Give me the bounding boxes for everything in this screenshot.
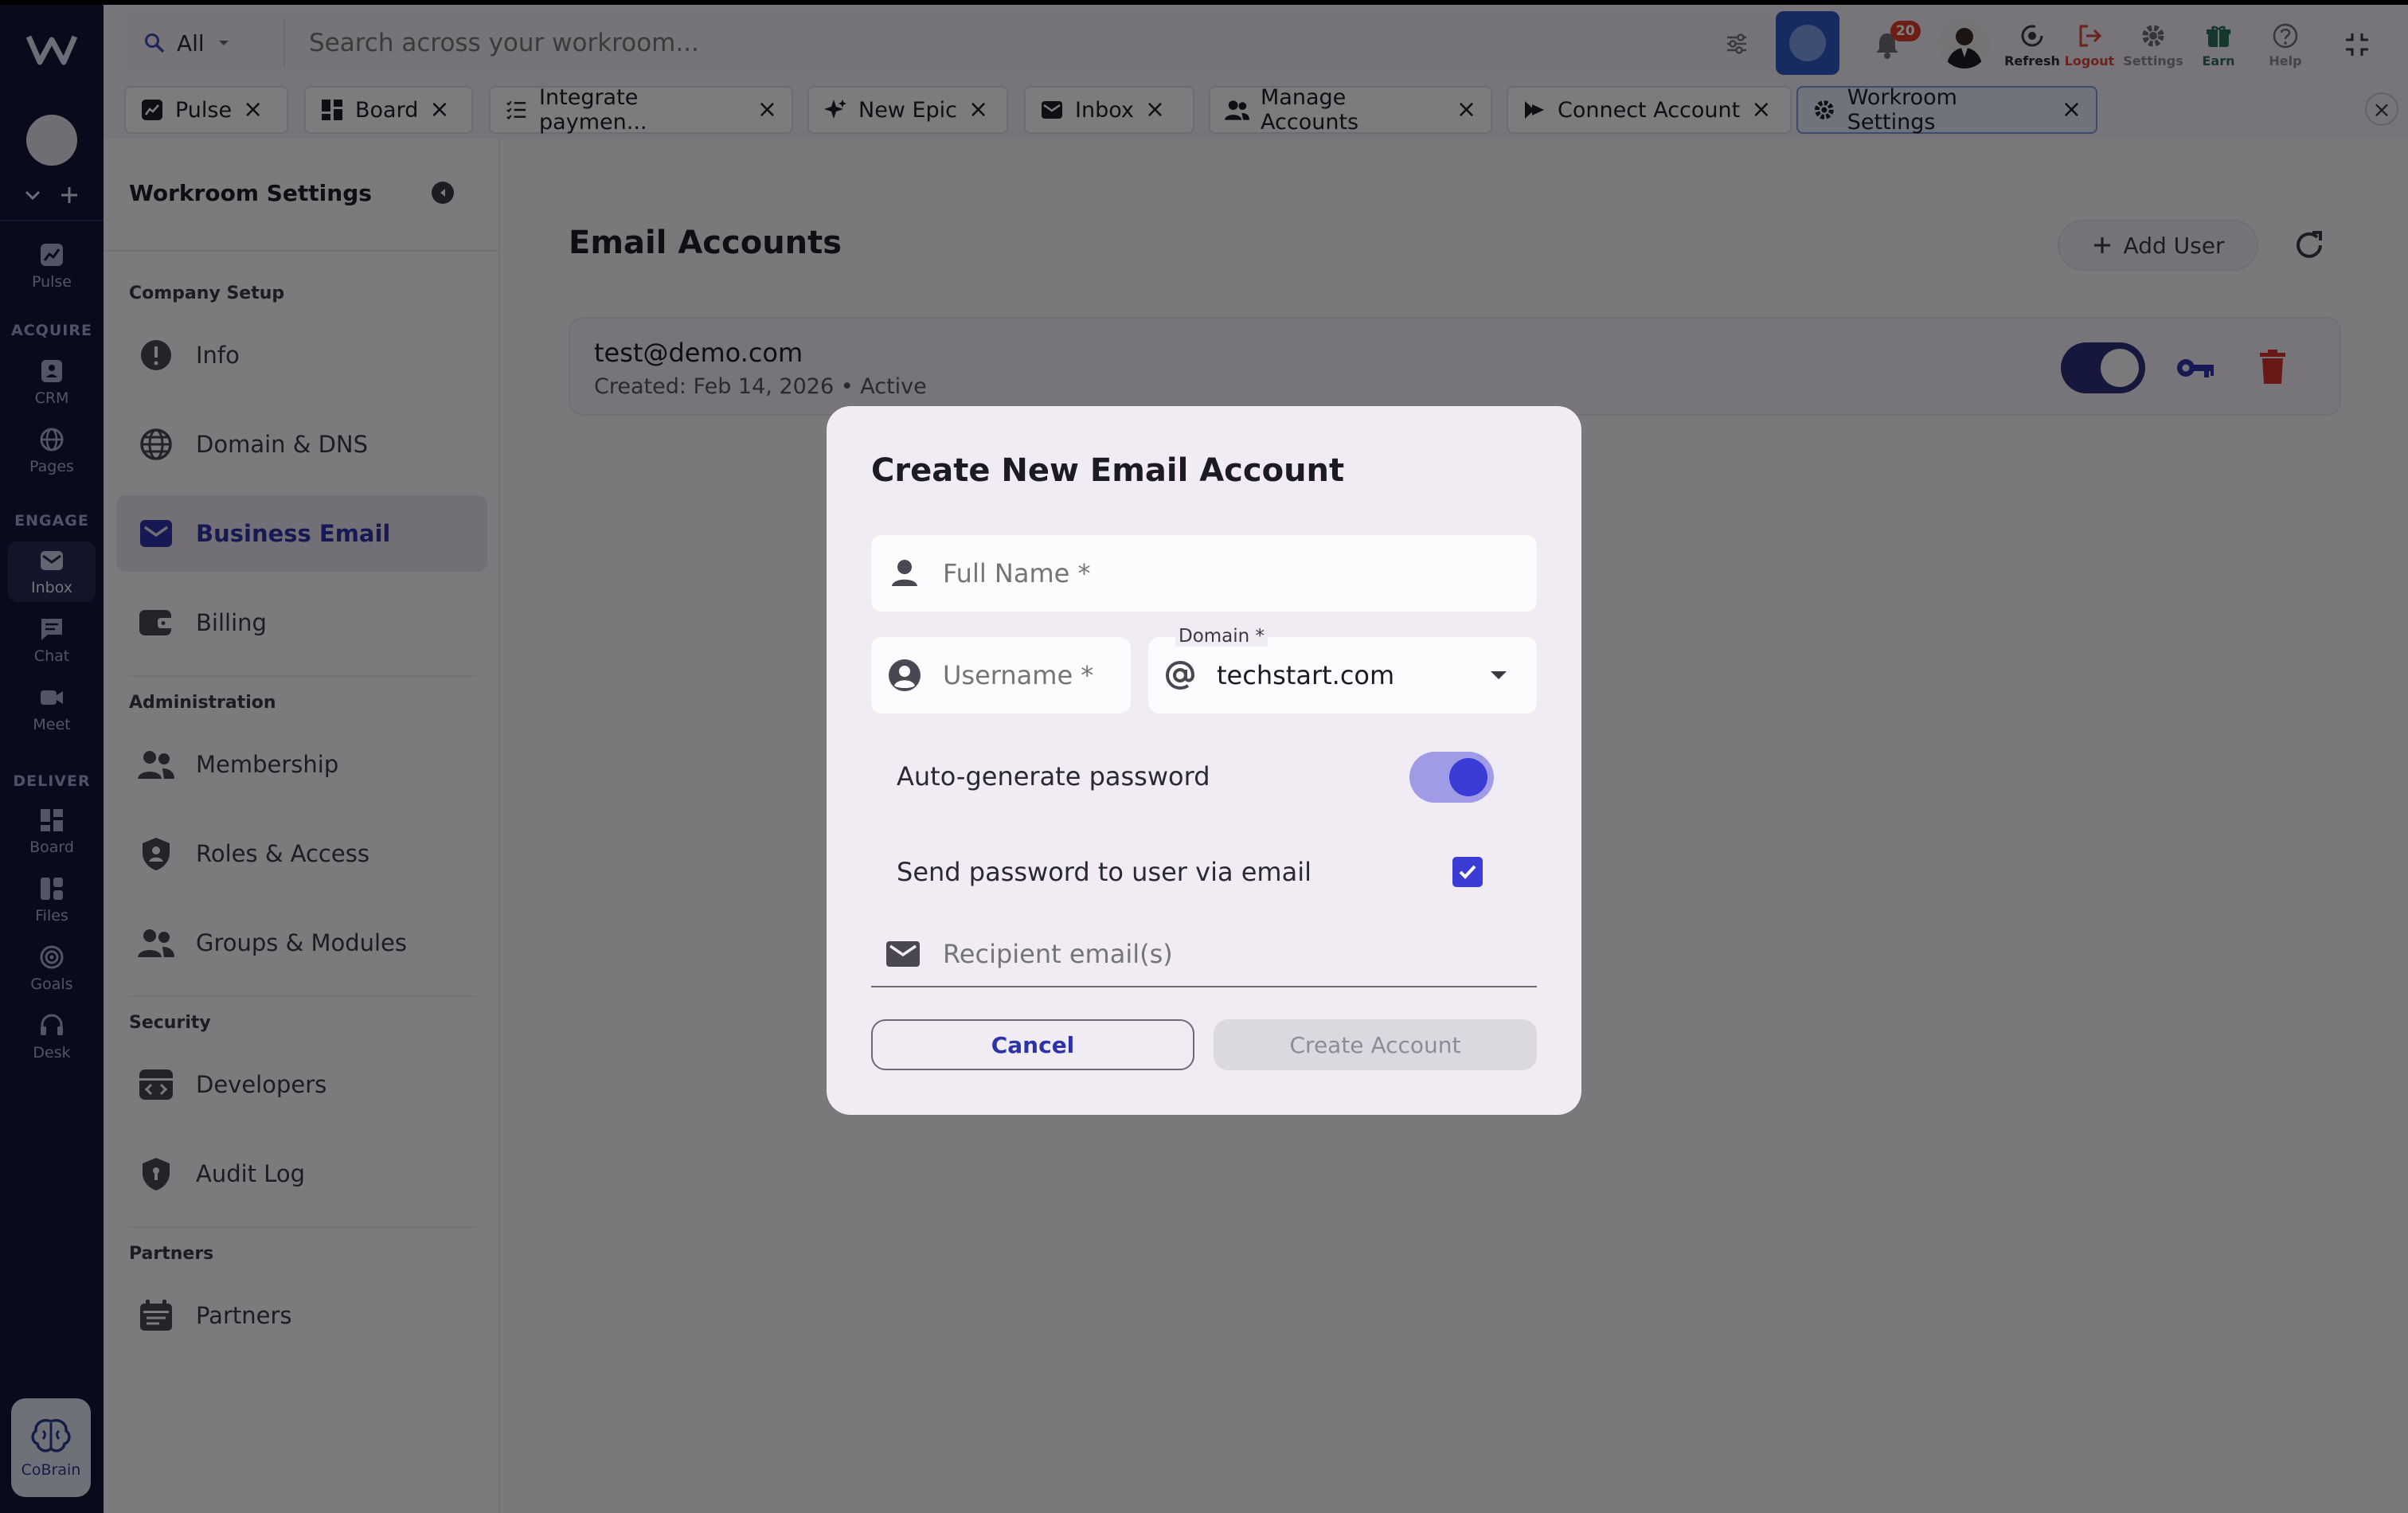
autogen-password-toggle[interactable] bbox=[1409, 752, 1494, 803]
cancel-button[interactable]: Cancel bbox=[871, 1019, 1194, 1070]
create-account-button[interactable]: Create Account bbox=[1214, 1019, 1537, 1070]
domain-select[interactable]: techstart.com bbox=[1148, 637, 1537, 713]
account-circle-icon bbox=[889, 659, 921, 691]
check-icon bbox=[1459, 865, 1476, 879]
domain-value: techstart.com bbox=[1217, 660, 1395, 690]
at-sign-icon bbox=[1165, 660, 1195, 690]
create-email-account-dialog: Create New Email Account techstart.com D… bbox=[827, 406, 1581, 1115]
username-field[interactable] bbox=[871, 637, 1131, 713]
recipient-email-input[interactable] bbox=[941, 938, 1515, 970]
dialog-title: Create New Email Account bbox=[871, 452, 1345, 489]
send-password-label: Send password to user via email bbox=[897, 857, 1312, 887]
full-name-field[interactable] bbox=[871, 535, 1537, 612]
caret-down-icon bbox=[1491, 671, 1507, 679]
domain-label: Domain * bbox=[1175, 626, 1268, 647]
send-password-checkbox[interactable] bbox=[1452, 857, 1483, 887]
mail-icon bbox=[886, 941, 920, 967]
recipient-email-field[interactable] bbox=[871, 922, 1537, 987]
full-name-input[interactable] bbox=[941, 557, 1515, 589]
autogen-password-label: Auto-generate password bbox=[897, 761, 1210, 792]
person-icon bbox=[892, 560, 917, 586]
username-input[interactable] bbox=[941, 659, 1116, 691]
